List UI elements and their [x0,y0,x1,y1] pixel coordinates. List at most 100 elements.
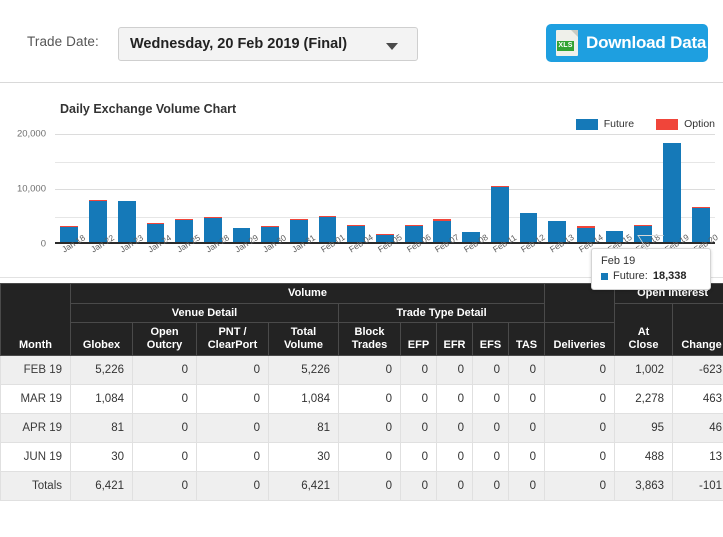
table-cell-tas: 0 [509,413,545,442]
table-cell-at-close: 488 [615,442,673,471]
table-cell-efp: 0 [401,413,437,442]
table-cell-efr: 0 [437,442,473,471]
table-cell-efs: 0 [473,471,509,500]
legend-label-future: Future [604,118,634,130]
table-cell-change: 46 [673,413,723,442]
table-cell-pnt: 0 [197,355,269,384]
th-at-close[interactable]: At Close [615,303,673,355]
th-pnt-line2: ClearPort [208,339,258,351]
xls-badge-label: XLS [557,41,574,51]
table-cell-month: APR 19 [1,413,71,442]
th-month[interactable]: Month [1,284,71,356]
chart-bar[interactable] [663,143,681,244]
table-cell-total-volume: 81 [269,413,339,442]
table-cell-efs: 0 [473,355,509,384]
table-cell-pnt: 0 [197,384,269,413]
th-open-outcry[interactable]: Open Outcry [133,323,197,355]
th-open-outcry-line1: Open [150,326,178,338]
table-cell-pnt: 0 [197,413,269,442]
table-cell-efs: 0 [473,384,509,413]
legend-swatch-future [576,119,598,130]
y-axis-labels: 010,00020,000 [0,134,50,244]
table-cell-deliveries: 0 [545,384,615,413]
toolbar: Trade Date: Wednesday, 20 Feb 2019 (Fina… [0,0,723,83]
table-cell-open-outcry: 0 [133,384,197,413]
download-data-label: Download Data [586,33,706,53]
th-efp[interactable]: EFP [401,323,437,355]
chart-bars [55,134,715,244]
xls-file-icon: XLS [556,30,578,56]
th-change[interactable]: Change [673,303,723,355]
trade-date-value: Wednesday, 20 Feb 2019 (Final) [130,36,347,52]
table-cell-open-outcry: 0 [133,442,197,471]
th-block-trades-line1: Block [355,326,385,338]
table-cell-deliveries: 0 [545,413,615,442]
table-row: JUN 1930003000000048813 [1,442,723,471]
th-total-volume[interactable]: Total Volume [269,323,339,355]
table-cell-month: Totals [1,471,71,500]
table-cell-deliveries: 0 [545,355,615,384]
header-row-subgroups: Venue Detail Trade Type Detail At Close … [1,303,723,323]
legend-item-option[interactable]: Option [656,118,715,130]
th-efs[interactable]: EFS [473,323,509,355]
th-total-volume-line2: Volume [284,339,323,351]
volume-table: Month Volume Open Interest Venue Detail … [0,283,723,501]
table-cell-efp: 0 [401,442,437,471]
tooltip-swatch-icon [601,273,608,280]
table-cell-block-trades: 0 [339,384,401,413]
table-cell-open-outcry: 0 [133,471,197,500]
table-cell-efp: 0 [401,471,437,500]
table-cell-tas: 0 [509,384,545,413]
table-cell-change: -101 [673,471,723,500]
table-cell-month: FEB 19 [1,355,71,384]
table-cell-open-outcry: 0 [133,413,197,442]
volume-table-container: Month Volume Open Interest Venue Detail … [0,283,723,537]
table-cell-efr: 0 [437,384,473,413]
table-cell-at-close: 3,863 [615,471,673,500]
table-cell-at-close: 1,002 [615,355,673,384]
th-at-close-line1: At [638,326,650,338]
table-row: MAR 191,084001,0840000002,278463 [1,384,723,413]
table-cell-change: 13 [673,442,723,471]
th-tas[interactable]: TAS [509,323,545,355]
chart-title: Daily Exchange Volume Chart [60,102,236,116]
th-deliveries[interactable]: Deliveries [545,323,615,355]
th-group-trade-type-detail: Trade Type Detail [339,303,545,323]
tooltip-value: 18,338 [653,270,687,282]
th-at-close-line2: Close [629,339,659,351]
table-cell-efr: 0 [437,471,473,500]
chart-legend: Future Option [576,118,715,130]
table-row: APR 198100810000009546 [1,413,723,442]
table-cell-month: MAR 19 [1,384,71,413]
legend-item-future[interactable]: Future [576,118,634,130]
table-cell-open-outcry: 0 [133,355,197,384]
table-cell-pnt: 0 [197,442,269,471]
th-efr[interactable]: EFR [437,323,473,355]
table-cell-at-close: 95 [615,413,673,442]
legend-label-option: Option [684,118,715,130]
table-cell-block-trades: 0 [339,442,401,471]
table-cell-tas: 0 [509,355,545,384]
chart-plot-area [55,134,715,244]
table-cell-efr: 0 [437,355,473,384]
table-cell-globex: 81 [71,413,133,442]
table-cell-efp: 0 [401,355,437,384]
table-cell-deliveries: 0 [545,442,615,471]
table-cell-tas: 0 [509,442,545,471]
th-globex[interactable]: Globex [71,323,133,355]
table-cell-at-close: 2,278 [615,384,673,413]
trade-date-dropdown[interactable]: Wednesday, 20 Feb 2019 (Final) [118,27,418,61]
table-row: FEB 195,226005,2260000001,002-623 [1,355,723,384]
download-data-button[interactable]: XLS Download Data [546,24,708,62]
table-cell-tas: 0 [509,471,545,500]
th-pnt-clearport[interactable]: PNT / ClearPort [197,323,269,355]
th-block-trades[interactable]: Block Trades [339,323,401,355]
trade-date-label: Trade Date: [27,34,99,49]
volume-table-head: Month Volume Open Interest Venue Detail … [1,284,723,356]
table-cell-globex: 6,421 [71,471,133,500]
th-group-volume: Volume [71,284,545,304]
chart-tooltip: Feb 19 Future: 18,338 [591,248,711,290]
table-cell-change: -623 [673,355,723,384]
table-cell-block-trades: 0 [339,413,401,442]
y-axis-tick-label: 0 [41,239,46,250]
